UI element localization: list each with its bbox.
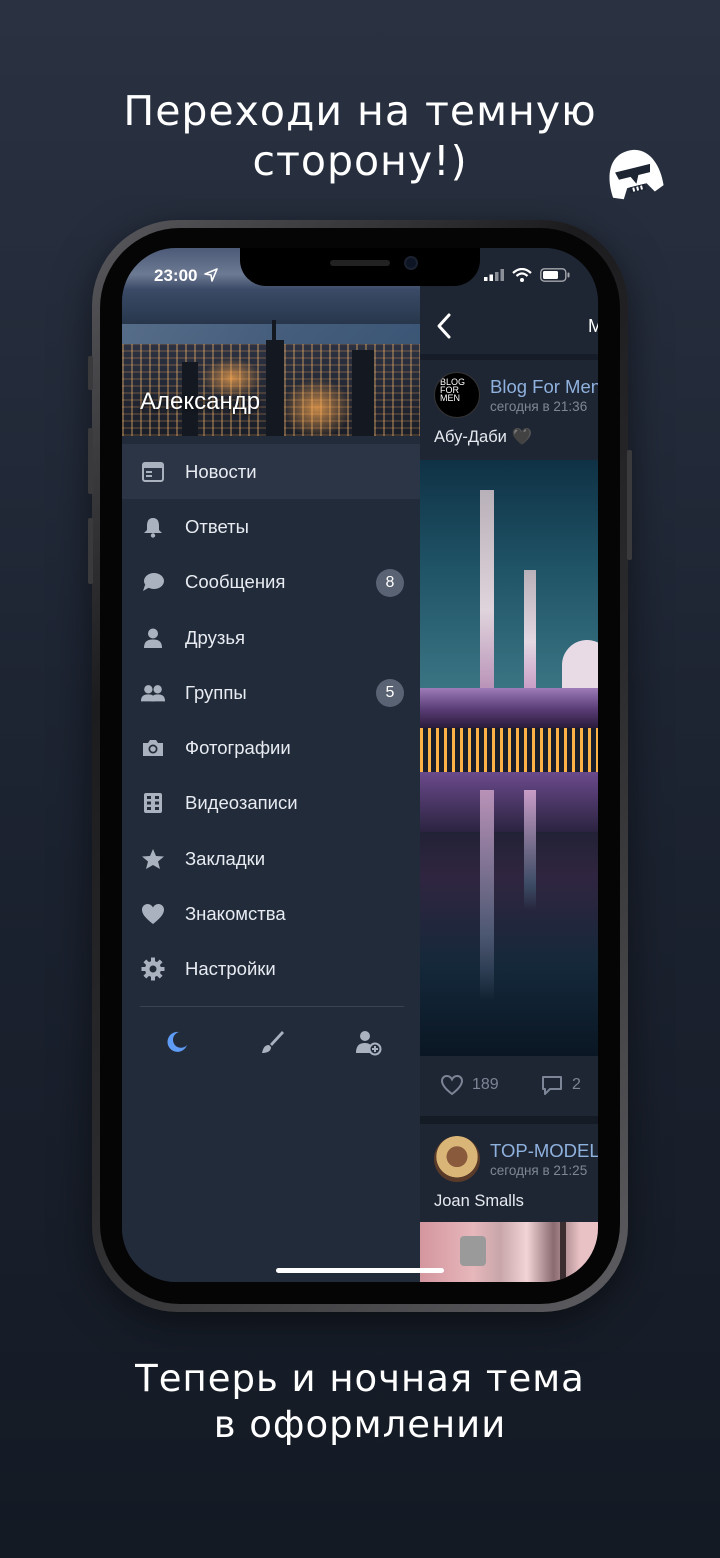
post-date: сегодня в 21:36 (490, 399, 588, 414)
star-icon (140, 846, 166, 872)
menu-item-messages[interactable]: Сообщения 8 (122, 555, 420, 610)
home-indicator[interactable] (276, 1268, 444, 1273)
promo-footer-line1: Теперь и ночная тема (135, 1357, 585, 1400)
moon-icon[interactable] (162, 1028, 190, 1056)
phone-volume-down (88, 518, 93, 584)
like-count: 189 (472, 1076, 499, 1093)
unread-count-badge: 5 (376, 679, 404, 708)
menu-item-label: Закладки (185, 847, 266, 869)
post-date: сегодня в 21:25 (490, 1163, 588, 1178)
promo-headline-line1: Переходи на темную (123, 87, 597, 135)
minaret-reflection (480, 790, 494, 1000)
dome (562, 640, 598, 690)
battery-icon (540, 268, 570, 282)
lights-strip (420, 728, 598, 772)
signal-icon (484, 269, 504, 281)
bell-icon (140, 514, 166, 540)
menu-item-photos[interactable]: Фотографии (122, 720, 420, 775)
phone-mute-switch (88, 356, 93, 390)
post-avatar[interactable]: BLOG FOR MEN (434, 372, 480, 418)
film-icon (140, 790, 166, 816)
post-text: Абу-Даби 🖤 (434, 428, 532, 446)
post-separator (420, 1116, 598, 1124)
newspaper-icon (140, 459, 166, 485)
notch (240, 248, 480, 286)
status-time: 23:00 (154, 266, 219, 286)
location-arrow-icon (204, 268, 219, 282)
menu-item-label: Новости (185, 460, 257, 482)
phone-power-button (627, 450, 632, 560)
camera-icon (140, 735, 166, 761)
post-photo-preview[interactable] (420, 1222, 598, 1282)
promo-footer: Теперь и ночная тема в оформлении (0, 1356, 720, 1448)
photo-detail (560, 1222, 566, 1282)
post-card[interactable]: TOP-MODELS сегодня в 21:25 Joan Smalls (420, 1124, 598, 1222)
unread-count-badge: 8 (376, 568, 404, 597)
gear-icon (140, 956, 166, 982)
post-avatar[interactable] (434, 1136, 480, 1182)
menu-item-label: Сообщения (185, 571, 286, 593)
person-icon (140, 625, 166, 651)
menu-item-friends[interactable]: Друзья (122, 610, 420, 665)
comment-button[interactable]: 2 (540, 1074, 581, 1096)
menu-item-label: Знакомства (185, 903, 286, 925)
photo-detail (460, 1236, 486, 1266)
menu-item-label: Фотографии (185, 737, 291, 759)
menu-item-news[interactable]: Новости (122, 444, 420, 500)
avatar-text: MEN (440, 393, 460, 403)
comment-icon (542, 1076, 562, 1095)
quick-actions (122, 1024, 420, 1060)
phone-screen: 23:00 Александр Новости Ответы Сообщения… (122, 248, 598, 1282)
heart-outline-icon (440, 1074, 464, 1096)
cover-tower (352, 350, 374, 436)
post-source-name[interactable]: TOP-MODELS (490, 1140, 598, 1162)
menu-item-groups[interactable]: Группы 5 (122, 665, 420, 720)
chat-bubble-icon (140, 569, 166, 595)
side-menu-list: Новости Ответы Сообщения 8 Друзья Группы… (122, 444, 420, 997)
reflection (420, 772, 598, 832)
menu-item-label: Друзья (185, 626, 245, 648)
back-chevron-icon[interactable] (436, 312, 452, 340)
post-card[interactable]: BLOG FOR MEN Blog For Men сегодня в 21:3… (420, 360, 598, 460)
feed-nav-title: М (588, 316, 598, 336)
status-icons (484, 268, 570, 282)
phone-volume-up (88, 428, 93, 494)
earpiece (330, 260, 390, 266)
minaret (480, 490, 494, 690)
menu-item-label: Ответы (185, 515, 249, 537)
menu-item-replies[interactable]: Ответы (122, 499, 420, 554)
comment-count: 2 (572, 1076, 581, 1093)
cover-glow (282, 378, 352, 436)
like-button[interactable]: 189 (440, 1074, 499, 1096)
news-feed: М BLOG FOR MEN Blog For Men сегодня в 21… (420, 248, 598, 1282)
post-source-name[interactable]: Blog For Men (490, 376, 598, 398)
menu-item-videos[interactable]: Видеозаписи (122, 776, 420, 831)
promo-footer-line2: в оформлении (213, 1403, 507, 1446)
cover-tower (272, 320, 276, 436)
wifi-icon (512, 268, 532, 282)
side-menu: Александр Новости Ответы Сообщения 8 Дру… (122, 248, 420, 1282)
menu-item-label: Группы (185, 681, 247, 703)
people-icon (140, 680, 166, 706)
add-account-icon[interactable] (354, 1028, 382, 1056)
post-photo-mosque[interactable] (420, 460, 598, 1056)
minaret (524, 570, 536, 690)
vader-helmet-icon (609, 149, 664, 200)
menu-item-label: Настройки (185, 958, 276, 980)
heart-icon (140, 901, 166, 927)
menu-item-bookmarks[interactable]: Закладки (122, 831, 420, 886)
post-text: Joan Smalls (434, 1192, 524, 1210)
minaret-reflection (524, 790, 536, 910)
front-camera (404, 256, 418, 270)
profile-name[interactable]: Александр (140, 388, 260, 416)
menu-item-label: Видеозаписи (185, 792, 298, 814)
menu-item-settings[interactable]: Настройки (122, 942, 420, 997)
brush-icon[interactable] (258, 1028, 286, 1056)
menu-item-dating[interactable]: Знакомства (122, 886, 420, 941)
menu-divider (140, 1006, 404, 1007)
post-actions: 189 2 (420, 1056, 598, 1116)
mosque-base (420, 688, 598, 728)
status-time-text: 23:00 (154, 266, 198, 285)
